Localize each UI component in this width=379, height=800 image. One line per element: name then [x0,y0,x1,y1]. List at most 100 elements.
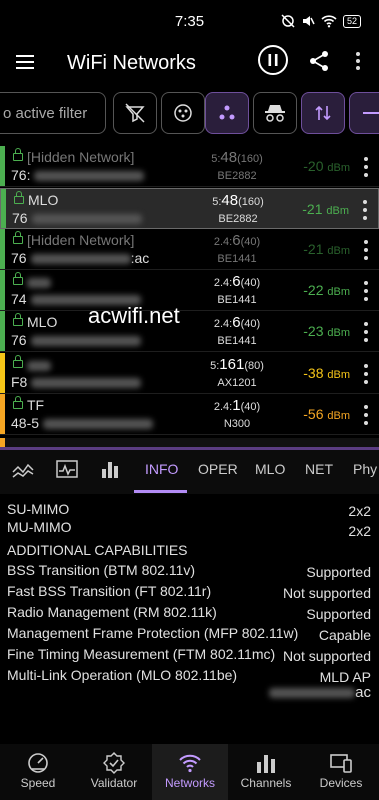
network-ssid: TF [27,397,45,413]
nav-validator[interactable]: Validator [76,744,152,800]
signal-strength: -21 dBm [302,201,349,217]
channel-number: 48 [220,149,238,166]
dbm-unit: dBm [326,205,349,217]
signal-indicator [0,146,5,186]
mld-address: ac [269,684,371,701]
row-menu-icon[interactable] [363,281,369,301]
list-item-partial[interactable] [0,438,379,447]
network-row[interactable]: TF 48-5 2.4:1(40) N300 -56 dBm [0,394,379,435]
dbm-value: -22 [303,282,324,298]
tab-oper[interactable]: OPER [198,461,238,477]
nav-speed[interactable]: Speed [0,744,76,800]
network-ssid: [Hidden Network] [27,149,135,165]
su-mimo-label: SU-MIMO [7,501,70,517]
dbm-unit: dBm [327,286,350,298]
lock-icon [13,231,23,244]
pause-button[interactable] [258,45,288,75]
dbm-value: -21 [302,201,323,217]
capability-value: Supported [306,564,371,580]
su-mimo-value: 2x2 [348,503,371,519]
filter-hidden-button[interactable] [253,92,297,134]
capability-label: Management Frame Protection (MFP 802.11w… [7,625,299,641]
network-ssid: MLO [27,314,58,330]
lock-icon [13,272,23,285]
share-icon[interactable] [308,50,330,72]
nav-devices-label: Devices [319,776,363,790]
capability-label: Fine Timing Measurement (FTM 802.11mc) [7,646,276,662]
battery-icon: 52 [342,14,361,28]
channel-band: 2.4: [213,277,233,289]
network-row[interactable]: [Hidden Network] 76:ac 2.4:6(40) BE1441 -21 … [0,229,379,270]
signal-indicator [1,189,6,228]
channel-band: 2.4: [213,401,233,413]
tab-net[interactable]: NET [305,461,333,477]
network-bssid: 76: [11,167,145,183]
row-menu-icon[interactable] [362,200,368,220]
filter-grouping-button[interactable] [205,92,249,134]
row-menu-icon[interactable] [363,322,369,342]
speedometer-icon [28,753,48,773]
nav-validator-label: Validator [90,776,138,790]
bssid-prefix: 74 [11,291,27,307]
network-row[interactable]: MLO 76 5:48(160) BE2882 -21 dBm [0,188,379,229]
network-model: BE2882 [218,213,258,225]
dbm-value: -23 [303,323,324,339]
nav-networks[interactable]: Networks [152,744,228,800]
overflow-menu-icon[interactable] [355,52,361,70]
active-filter-field[interactable]: o active filter [0,92,106,134]
network-row[interactable]: F8 5:161(80) AX1201 -38 dBm [0,353,379,394]
alarm-off-icon [281,14,295,28]
network-channel: 5:161(80) [197,356,277,373]
ssid-redacted [27,278,51,288]
row-menu-icon[interactable] [363,240,369,260]
channel-number: 161 [219,356,245,373]
tab-phy[interactable]: Phy [353,461,377,477]
capability-value: MLD AP [319,669,371,685]
signal-strength: -38 dBm [303,365,350,381]
network-bssid: 76:ac [11,250,149,266]
tab-chart-icon[interactable] [101,460,119,478]
tab-monitor-icon[interactable] [56,460,78,480]
lock-icon [13,148,23,161]
bar-chart-icon [257,755,275,773]
sort-button[interactable] [301,92,345,134]
bottom-navigation: Speed Validator Networks Channels Device… [0,744,379,800]
network-channel: 2.4:6(40) [197,232,277,249]
filter-bar: o active filter [0,92,379,138]
row-menu-icon[interactable] [363,157,369,177]
channel-width: (40) [240,236,261,248]
network-row[interactable]: [Hidden Network] 76: 5:48(160) BE2882 -20 dB… [0,146,379,187]
channel-band: 2.4: [213,318,233,330]
filter-band-button[interactable] [161,92,205,134]
nav-devices[interactable]: Devices [303,744,379,800]
network-row[interactable]: 74 2.4:6(40) BE1441 -22 dBm [0,270,379,311]
signal-strength: -22 dBm [303,282,350,298]
wifi-status-icon [321,15,337,28]
nav-channels-label: Channels [240,776,292,790]
network-row[interactable]: MLO 76 2.4:6(40) BE1441 -23 dBm [0,311,379,352]
network-model: N300 [223,418,251,430]
row-menu-icon[interactable] [363,405,369,425]
filter-clear-button[interactable] [113,92,157,134]
tab-info[interactable]: INFO [145,461,178,477]
nav-channels[interactable]: Channels [228,744,304,800]
tab-graph-icon[interactable] [12,462,34,478]
bssid-prefix: F8 [11,374,28,390]
status-icons: 52 [281,14,361,28]
sort-icon [315,105,331,121]
network-bssid: 76 [11,332,141,348]
network-channel: 2.4:1(40) [197,397,277,414]
menu-icon[interactable] [16,54,36,70]
view-mode-button[interactable] [349,92,379,134]
channel-number: 48 [221,192,239,209]
bssid-prefix: 76 [11,332,27,348]
filter-off-icon [125,103,145,123]
channel-width: (160) [238,196,264,208]
channel-number: 6 [232,273,241,290]
tab-mlo[interactable]: MLO [255,461,285,477]
signal-strength: -21 dBm [303,241,350,257]
lock-icon [14,191,24,204]
capability-label: BSS Transition (BTM 802.11v) [7,562,196,578]
network-ssid: MLO [28,192,59,208]
row-menu-icon[interactable] [363,364,369,384]
